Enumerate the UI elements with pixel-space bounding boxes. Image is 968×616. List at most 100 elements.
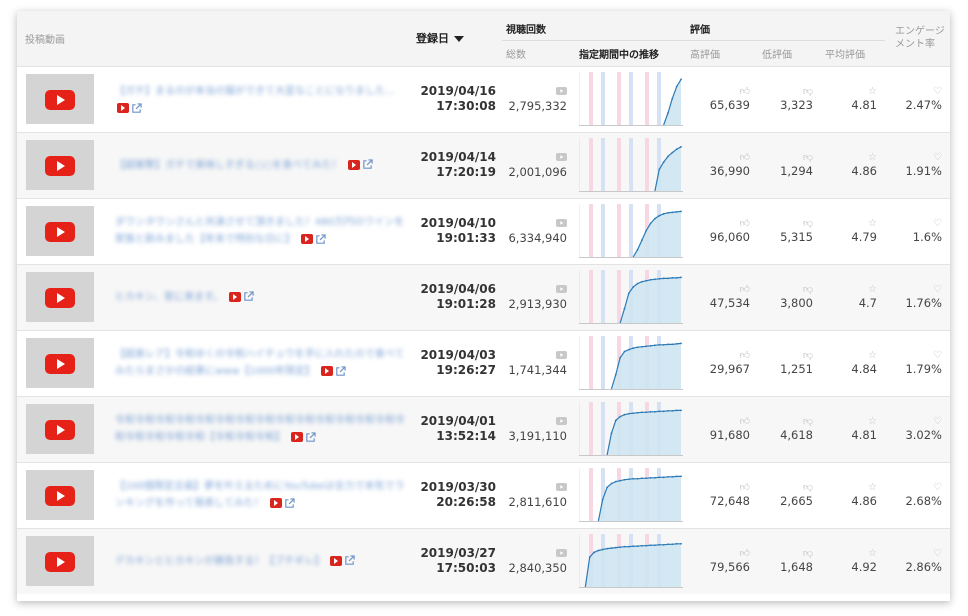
dislikes-cell: 👎︎ 1,294 (758, 132, 821, 198)
external-link-icon[interactable] (131, 103, 142, 114)
title-cell: 【100個限定企画】夢を叶えるためにYouTubeは全力で本気でランキングを作っ… (105, 462, 412, 528)
external-link-icon[interactable] (243, 291, 254, 302)
youtube-play-icon[interactable] (45, 222, 75, 242)
trend-point (619, 546, 622, 549)
youtube-link-icon[interactable] (117, 103, 129, 114)
trend-point (658, 544, 661, 546)
table-row: ヒカキン、家に来ます。 2019/04/06 19:01:28 2,913,93… (17, 264, 950, 330)
video-thumbnail[interactable] (26, 470, 94, 520)
video-thumbnail[interactable] (26, 404, 94, 454)
trend-point (593, 551, 595, 554)
trend-point (610, 482, 613, 485)
trend-point (649, 410, 652, 413)
video-title-link[interactable]: 【超衝撃】ガチで美味しすぎる○○を食べてみた！ (115, 160, 342, 171)
youtube-link-icon[interactable] (320, 366, 333, 376)
header-likes: 高評価 (686, 40, 758, 66)
views-total: 2,840,350 (508, 560, 567, 575)
calendar-band (601, 402, 605, 456)
date-time: 13:52:14 (436, 429, 496, 443)
calendar-band (617, 72, 621, 126)
calendar-band (601, 72, 605, 126)
youtube-link-icon[interactable] (269, 498, 282, 508)
calendar-band (601, 270, 605, 324)
youtube-play-icon[interactable] (45, 420, 75, 440)
video-title-link[interactable]: 【超美レア】令和ゆくの令和ハイチュウを手に入れたので食べてみたらまさかの結果にw… (115, 349, 404, 377)
views-trend-chart (579, 72, 683, 126)
calendar-band (589, 270, 593, 324)
youtube-link-icon[interactable] (300, 234, 313, 244)
trend-point (658, 277, 661, 280)
dislikes-cell: 👎︎ 3,800 (758, 264, 821, 330)
date-time: 19:01:33 (436, 231, 496, 245)
video-thumbnail[interactable] (26, 140, 94, 190)
video-links (290, 430, 316, 444)
youtube-play-icon[interactable] (45, 156, 75, 176)
engagement-rate: 1.91% (905, 164, 942, 178)
trend-point (610, 432, 613, 435)
trend-point (654, 278, 656, 281)
trend-point (640, 411, 643, 414)
youtube-link-icon[interactable] (228, 291, 241, 302)
trend-point (627, 478, 630, 481)
video-thumbnail[interactable] (26, 338, 94, 388)
engagement-cell: ♡ 1.91% (885, 132, 950, 198)
youtube-link-icon[interactable] (347, 159, 360, 170)
video-title-link[interactable]: 【100個限定企画】夢を叶えるためにYouTubeは全力で本気でランキングを作っ… (115, 481, 404, 509)
external-link-icon[interactable] (362, 159, 373, 170)
youtube-play-icon[interactable] (45, 90, 75, 110)
trend-point (680, 145, 682, 148)
trend-point (645, 345, 648, 348)
video-thumbnail[interactable] (26, 206, 94, 256)
title-cell: 【超美レア】令和ゆくの令和ハイチュウを手に入れたので食べてみたらまさかの結果にw… (105, 330, 412, 396)
trend-point (649, 476, 652, 479)
trend-point (675, 342, 678, 345)
video-title-link[interactable]: 【ガチ】まるのが本当の猫ができて大変なことになりました… (115, 86, 395, 97)
youtube-play-icon[interactable] (45, 288, 75, 308)
dislikes-cell: 👎︎ 4,618 (758, 396, 821, 462)
video-title-link[interactable]: ヒカキン、家に来ます。 (115, 292, 223, 303)
video-thumbnail[interactable] (26, 74, 94, 124)
calendar-band (629, 72, 633, 126)
trend-point (640, 545, 643, 547)
engagement-rate: 1.6% (912, 230, 942, 244)
thumbs-up-icon: 👍︎ (739, 350, 750, 361)
video-title-link[interactable]: ダウンタウンさんと共演させて頂きました！480万円のワインを家族と飲みました【年… (115, 217, 404, 245)
trend-point (671, 151, 674, 154)
youtube-play-icon[interactable] (45, 354, 75, 374)
video-title-link[interactable]: デカキンとヒカキンが勝負する！【ブチギレ】 (115, 556, 324, 567)
trend-point (623, 478, 626, 481)
header-date-sort[interactable]: 登録日 (412, 11, 502, 66)
date-day: 2019/04/16 (420, 84, 496, 98)
youtube-link-icon[interactable] (290, 432, 303, 442)
video-title-link[interactable]: 令和令和令和令和令和令和令和令和令和令和令和令和令和令和令和令和令和令和令和【令… (115, 415, 405, 443)
youtube-play-icon[interactable] (45, 552, 75, 573)
trend-point (667, 277, 669, 280)
video-thumbnail[interactable] (26, 536, 94, 587)
calendar-band (629, 204, 633, 258)
registered-date: 2019/04/10 19:01:33 (412, 198, 502, 264)
external-link-icon[interactable] (305, 431, 316, 443)
likes-count: 79,566 (709, 560, 750, 575)
external-link-icon[interactable] (284, 497, 295, 509)
dislikes-count: 3,323 (780, 98, 813, 112)
video-thumbnail[interactable] (26, 272, 94, 322)
external-link-icon[interactable] (335, 365, 346, 377)
likes-count: 91,680 (709, 428, 750, 442)
external-link-icon[interactable] (344, 555, 355, 566)
likes-cell: 👍︎ 96,060 (686, 198, 758, 264)
trend-point (640, 239, 643, 242)
youtube-play-icon[interactable] (45, 486, 75, 506)
avg-rating: 4.84 (851, 362, 877, 376)
views-trend-cell (575, 198, 686, 264)
trend-point (658, 168, 661, 171)
avg-rating: 4.79 (851, 230, 877, 244)
trend-area (633, 211, 681, 257)
star-icon: ☆ (868, 416, 877, 427)
youtube-link-icon[interactable] (330, 555, 343, 566)
views-trend-chart (579, 468, 683, 522)
table-row: 【超衝撃】ガチで美味しすぎる○○を食べてみた！ 2019/04/14 17:20… (17, 132, 950, 198)
views-trend-cell (575, 132, 686, 198)
video-icon (502, 218, 567, 231)
external-link-icon[interactable] (315, 233, 326, 245)
thumbnail-cell (17, 132, 105, 198)
